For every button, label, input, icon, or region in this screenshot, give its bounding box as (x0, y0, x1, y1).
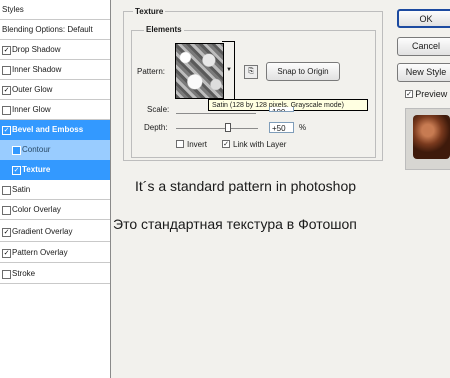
scale-label: Scale: (147, 105, 170, 114)
invert-checkbox[interactable] (176, 140, 184, 148)
style-item-label: Drop Shadow (12, 45, 61, 54)
depth-slider-thumb[interactable] (225, 123, 231, 132)
gradient-overlay-checkbox[interactable]: ✓ (2, 228, 11, 237)
blending-options-item[interactable]: Blending Options: Default (0, 20, 110, 40)
style-item-label: Outer Glow (12, 85, 53, 94)
style-item-pattern-overlay[interactable]: ✓ Pattern Overlay (0, 243, 110, 263)
style-item-label: Satin (12, 185, 31, 194)
styles-header[interactable]: Styles (0, 0, 110, 20)
style-item-stroke[interactable]: Stroke (0, 264, 110, 284)
style-item-satin[interactable]: Satin (0, 180, 110, 200)
style-item-label: Stroke (12, 269, 36, 278)
contour-checkbox[interactable] (12, 146, 21, 155)
depth-slider[interactable] (176, 128, 258, 129)
scale-slider[interactable] (176, 113, 256, 114)
pattern-overlay-checkbox[interactable]: ✓ (2, 249, 11, 258)
style-item-label: Pattern Overlay (12, 248, 68, 257)
style-item-inner-shadow[interactable]: Inner Shadow (0, 60, 110, 80)
link-with-layer-label: Link with Layer (233, 140, 287, 149)
style-item-label: Color Overlay (12, 205, 61, 214)
preview-label: Preview (415, 89, 448, 99)
styles-list: Styles Blending Options: Default ✓ Drop … (0, 0, 111, 378)
style-item-gradient-overlay[interactable]: ✓ Gradient Overlay (0, 222, 110, 242)
style-item-label: Contour (22, 145, 51, 154)
drop-shadow-checkbox[interactable]: ✓ (2, 46, 11, 55)
elements-group-box (131, 30, 376, 158)
stroke-checkbox[interactable] (2, 270, 11, 279)
style-item-drop-shadow[interactable]: ✓ Drop Shadow (0, 40, 110, 60)
styles-header-label: Styles (2, 5, 24, 14)
invert-label: Invert (187, 140, 208, 149)
blending-options-label: Blending Options: Default (2, 25, 93, 34)
pattern-swatch[interactable] (175, 43, 224, 99)
style-item-color-overlay[interactable]: Color Overlay (0, 200, 110, 220)
depth-label: Depth: (144, 123, 168, 132)
style-item-bevel-emboss[interactable]: ✓ Bevel and Emboss (0, 120, 110, 140)
scale-input[interactable]: 100 (269, 107, 294, 112)
new-preset-icon[interactable]: ⎘ (244, 65, 258, 79)
caption-russian: Это стандартная текстура в Фотошоп (113, 216, 357, 232)
new-style-button[interactable]: New Style (397, 63, 450, 82)
style-item-texture[interactable]: ✓ Texture (0, 160, 110, 180)
texture-group-title: Texture (133, 7, 166, 16)
style-item-label: Bevel and Emboss (12, 125, 84, 134)
style-item-contour[interactable]: Contour (0, 140, 110, 160)
pattern-label: Pattern: (137, 67, 166, 76)
ok-button[interactable]: OK (397, 9, 450, 28)
bevel-emboss-checkbox[interactable]: ✓ (2, 126, 11, 135)
snap-to-origin-button[interactable]: Snap to Origin (266, 62, 340, 81)
outer-glow-checkbox[interactable]: ✓ (2, 86, 11, 95)
style-item-label: Inner Glow (12, 105, 51, 114)
cancel-button[interactable]: Cancel (397, 37, 450, 56)
satin-checkbox[interactable] (2, 186, 11, 195)
inner-shadow-checkbox[interactable] (2, 66, 11, 75)
inner-glow-checkbox[interactable] (2, 106, 11, 115)
style-item-label: Texture (22, 165, 51, 174)
style-item-label: Gradient Overlay (12, 227, 73, 236)
style-item-outer-glow[interactable]: ✓ Outer Glow (0, 80, 110, 100)
link-with-layer-checkbox[interactable]: ✓ (222, 140, 230, 148)
chevron-down-icon[interactable]: ▼ (226, 67, 232, 73)
style-preview-thumbnail (413, 115, 450, 159)
style-item-label: Inner Shadow (12, 65, 62, 74)
depth-input[interactable]: +50 (269, 122, 294, 133)
preview-checkbox[interactable]: ✓ (405, 90, 413, 98)
elements-group-title: Elements (144, 25, 184, 34)
preview-toggle[interactable]: ✓ Preview (405, 89, 447, 99)
texture-checkbox[interactable]: ✓ (12, 166, 21, 175)
color-overlay-checkbox[interactable] (2, 206, 11, 215)
style-item-inner-glow[interactable]: Inner Glow (0, 100, 110, 120)
depth-unit: % (299, 123, 307, 132)
caption-english: It´s a standard pattern in photoshop (135, 178, 357, 194)
